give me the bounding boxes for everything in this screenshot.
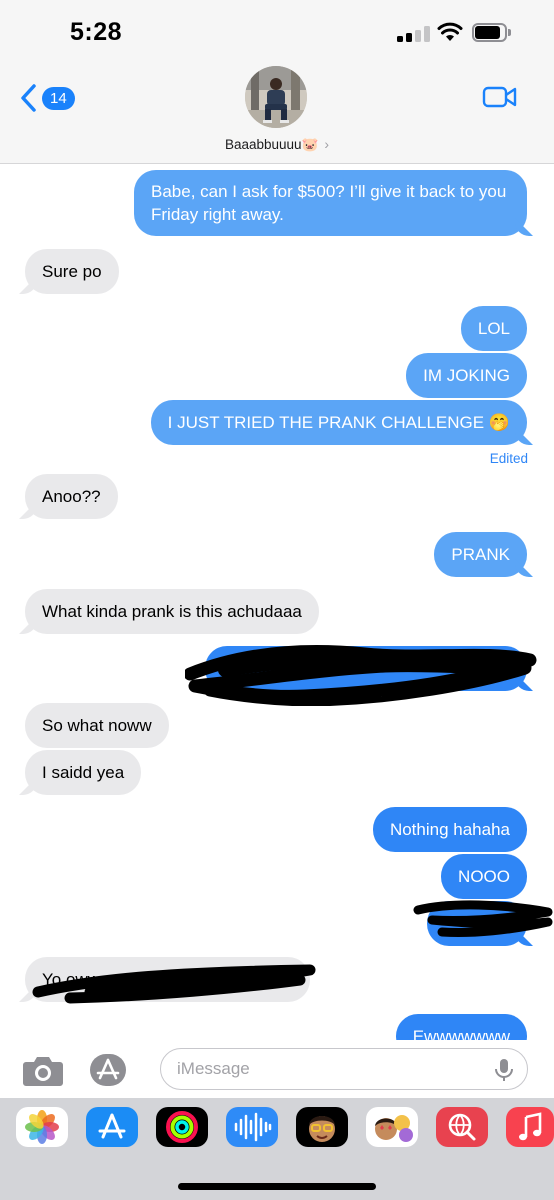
message-bubble-received[interactable]: I saidd yea bbox=[25, 750, 142, 795]
avatar-photo bbox=[245, 66, 307, 128]
audio-message-app-icon[interactable] bbox=[226, 1107, 278, 1147]
photos-app-icon[interactable] bbox=[16, 1107, 68, 1147]
chevron-right-icon: › bbox=[324, 136, 330, 152]
message-bubble-sent[interactable]: Nothing hahaha bbox=[372, 807, 527, 852]
status-time: 5:28 bbox=[70, 18, 123, 46]
app-store-button[interactable] bbox=[90, 1054, 126, 1086]
web-search-app-icon[interactable] bbox=[436, 1107, 488, 1147]
camera-button[interactable] bbox=[22, 1053, 64, 1087]
contact-avatar[interactable] bbox=[245, 66, 307, 128]
message-bubble-received[interactable]: Sure po bbox=[25, 249, 119, 294]
memoji-stickers-app-icon[interactable] bbox=[366, 1107, 418, 1147]
message-input[interactable] bbox=[160, 1048, 528, 1090]
message-bubble-sent[interactable]: a bbox=[205, 646, 527, 691]
message-bubble-received[interactable]: So what noww bbox=[25, 703, 169, 748]
message-bubble-sent[interactable]: PRANK bbox=[434, 532, 527, 577]
battery-icon bbox=[472, 23, 512, 42]
message-bubble-received[interactable]: Yo oww bbox=[25, 957, 310, 1002]
message-bubble-sent[interactable] bbox=[427, 901, 527, 946]
microphone-icon[interactable] bbox=[494, 1058, 514, 1082]
memoji-app-icon[interactable] bbox=[296, 1107, 348, 1147]
activity-app-icon[interactable] bbox=[156, 1107, 208, 1147]
conversation-header: 14 Baaabbuuuu🐷 › bbox=[0, 62, 554, 164]
message-bubble-sent[interactable]: NOOO bbox=[441, 854, 527, 899]
message-bubble-sent[interactable]: LOL bbox=[460, 306, 527, 351]
app-store-app-icon[interactable] bbox=[86, 1107, 138, 1147]
app-store-icon bbox=[96, 1058, 120, 1080]
wifi-icon bbox=[437, 22, 463, 41]
contact-name-button[interactable]: Baaabbuuuu🐷 › bbox=[0, 136, 554, 153]
message-bubble-sent[interactable]: IM JOKING bbox=[406, 353, 527, 398]
cellular-signal-icon bbox=[397, 26, 431, 42]
contact-name: Baaabbuuuu🐷 bbox=[224, 137, 319, 152]
message-bubble-sent[interactable]: Babe, can I ask for $500? I’ll give it b… bbox=[134, 170, 527, 236]
back-button[interactable]: 14 bbox=[18, 82, 75, 114]
message-bubble-received[interactable]: Anoo?? bbox=[25, 474, 118, 519]
chevron-left-icon bbox=[21, 84, 36, 112]
compose-bar bbox=[0, 1040, 554, 1098]
edited-label: Edited bbox=[489, 451, 528, 466]
music-app-icon[interactable] bbox=[506, 1107, 554, 1147]
unread-count-badge: 14 bbox=[42, 86, 75, 110]
message-bubble-sent[interactable]: I JUST TRIED THE PRANK CHALLENGE 🤭 bbox=[150, 400, 527, 445]
home-indicator[interactable] bbox=[178, 1183, 376, 1190]
message-bubble-received[interactable]: What kinda prank is this achudaaa bbox=[25, 589, 319, 634]
status-bar: 5:28 bbox=[0, 0, 554, 62]
video-call-button[interactable] bbox=[482, 84, 518, 110]
